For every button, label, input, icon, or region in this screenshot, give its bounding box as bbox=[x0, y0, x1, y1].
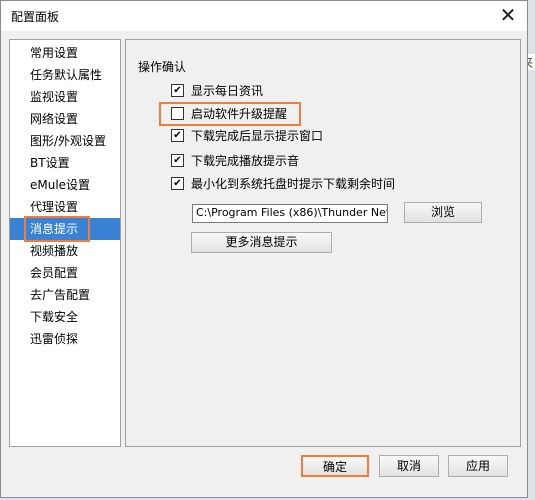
option-complete-sound[interactable]: 下载完成播放提示音 bbox=[171, 152, 299, 170]
sidebar-item-common[interactable]: 常用设置 bbox=[10, 42, 120, 64]
ok-button[interactable]: 确定 bbox=[301, 455, 369, 477]
option-complete-window[interactable]: 下载完成后显示提示窗口 bbox=[171, 127, 323, 145]
sidebar-item-proxy[interactable]: 代理设置 bbox=[10, 196, 120, 218]
option-upgrade-reminder[interactable]: 启动软件升级提醒 bbox=[171, 105, 287, 123]
sidebar-item-task-defaults[interactable]: 任务默认属性 bbox=[10, 64, 120, 86]
browse-button[interactable]: 浏览 bbox=[404, 202, 482, 223]
sidebar-item-bt[interactable]: BT设置 bbox=[10, 152, 120, 174]
option-label: 最小化到系统托盘时提示下载剩余时间 bbox=[191, 177, 396, 191]
option-label: 启动软件升级提醒 bbox=[191, 107, 288, 121]
option-tray-remaining-time[interactable]: 最小化到系统托盘时提示下载剩余时间 bbox=[171, 175, 395, 193]
daily-news-checkbox[interactable] bbox=[171, 84, 184, 97]
dialog-title: 配置面板 bbox=[11, 10, 60, 24]
tray-remaining-time-checkbox[interactable] bbox=[171, 177, 184, 190]
upgrade-reminder-checkbox[interactable] bbox=[171, 107, 184, 120]
option-label: 下载完成后显示提示窗口 bbox=[191, 129, 324, 143]
settings-category-list: 常用设置 任务默认属性 监视设置 网络设置 图形/外观设置 BT设置 eMule… bbox=[9, 39, 121, 447]
title-bar[interactable]: 配置面板 ✕ bbox=[1, 1, 527, 31]
cancel-button[interactable]: 取消 bbox=[379, 455, 439, 477]
close-icon[interactable]: ✕ bbox=[497, 4, 519, 26]
sound-path-input[interactable]: C:\Program Files (x86)\Thunder Network bbox=[192, 204, 388, 223]
group-title: 操作确认 bbox=[138, 60, 187, 74]
config-dialog: 配置面板 ✕ 常用设置 任务默认属性 监视设置 网络设置 图形/外观设置 BT设… bbox=[0, 0, 528, 498]
notification-settings-panel: 操作确认 显示每日资讯 启动软件升级提醒 下载完成后显示提示窗口 下载完成播放提… bbox=[125, 39, 521, 447]
complete-window-checkbox[interactable] bbox=[171, 129, 184, 142]
sidebar-item-adblock[interactable]: 去广告配置 bbox=[10, 284, 120, 306]
sidebar-item-emule[interactable]: eMule设置 bbox=[10, 174, 120, 196]
complete-sound-checkbox[interactable] bbox=[171, 154, 184, 167]
sidebar-item-membership[interactable]: 会员配置 bbox=[10, 262, 120, 284]
sidebar-item-notifications[interactable]: 消息提示 bbox=[10, 216, 120, 242]
option-daily-news[interactable]: 显示每日资讯 bbox=[171, 82, 263, 100]
sidebar-item-video[interactable]: 视频播放 bbox=[10, 240, 120, 262]
more-notifications-button[interactable]: 更多消息提示 bbox=[191, 232, 332, 253]
option-label: 显示每日资讯 bbox=[191, 84, 264, 98]
sidebar-item-monitor[interactable]: 监视设置 bbox=[10, 86, 120, 108]
sidebar-item-appearance[interactable]: 图形/外观设置 bbox=[10, 130, 120, 152]
sidebar-item-download-security[interactable]: 下载安全 bbox=[10, 306, 120, 328]
sidebar-item-detective[interactable]: 迅雷侦探 bbox=[10, 328, 120, 350]
apply-button[interactable]: 应用 bbox=[448, 455, 508, 477]
option-label: 下载完成播放提示音 bbox=[191, 154, 300, 168]
sidebar-item-network[interactable]: 网络设置 bbox=[10, 108, 120, 130]
